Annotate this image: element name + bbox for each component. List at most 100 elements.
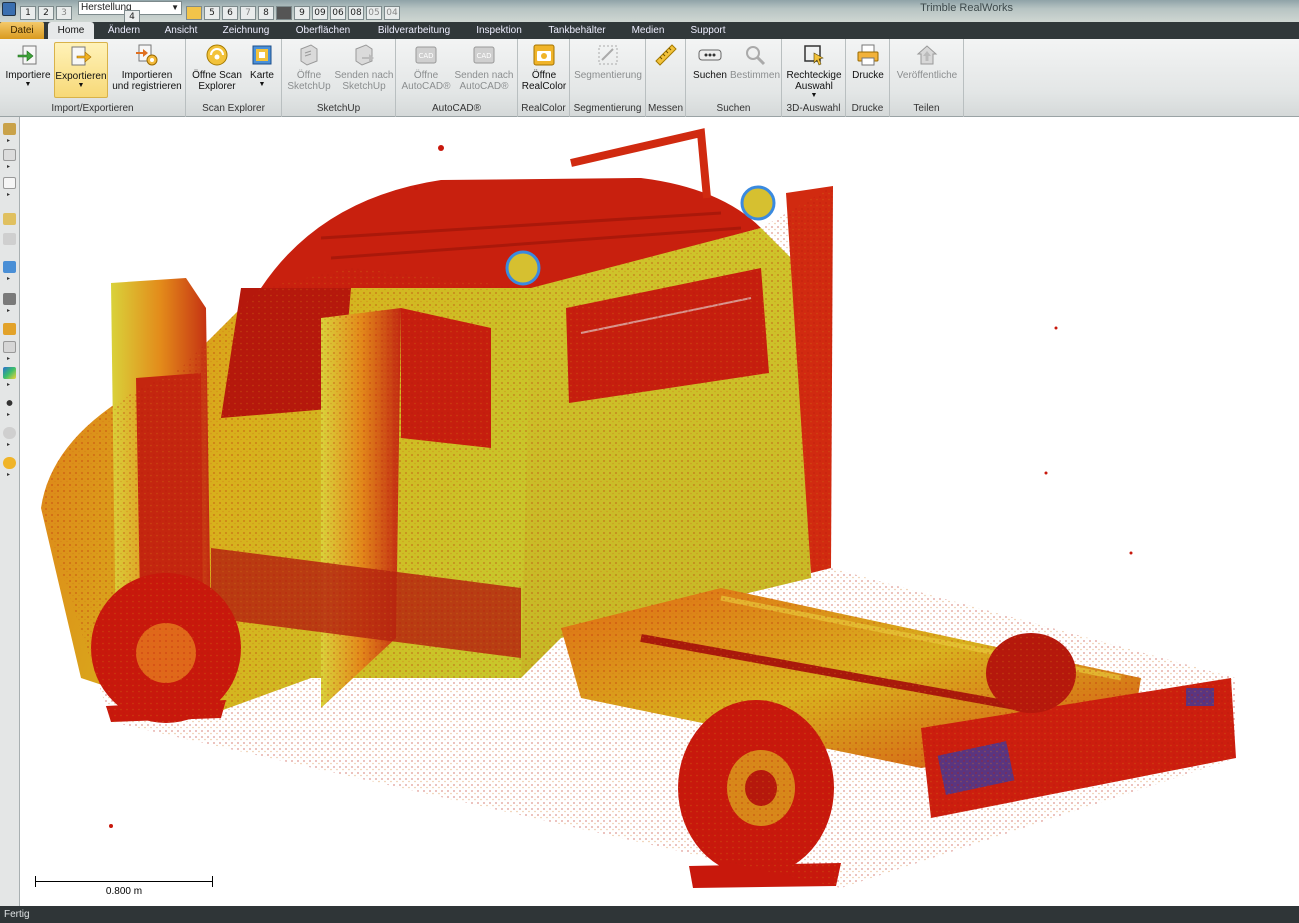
map-icon <box>252 45 272 65</box>
group-scan-explorer: Öffne Scan Explorer Karte ▼ Scan Explore… <box>186 39 282 117</box>
warning-icon[interactable] <box>3 323 16 335</box>
open-scan-explorer-button[interactable]: Öffne Scan Explorer <box>190 43 244 92</box>
tab-ansicht[interactable]: Ansicht <box>154 22 208 39</box>
open-sketchup-button[interactable]: Öffne SketchUp <box>286 43 332 92</box>
folder-icon[interactable] <box>186 6 202 20</box>
light-icon[interactable] <box>3 457 16 469</box>
measure-button[interactable] <box>650 43 682 70</box>
fit-view-icon[interactable] <box>3 233 16 245</box>
qa-button-7[interactable]: 7 <box>240 6 256 20</box>
send-autocad-icon-text: CAD <box>476 52 491 60</box>
tab-support[interactable]: Support <box>680 22 736 39</box>
3d-viewport[interactable]: 0.800 m <box>21 118 1299 906</box>
scale-bar-line <box>35 881 213 882</box>
send-autocad-button[interactable]: CAD Senden nach AutoCAD® <box>454 43 514 92</box>
printer-icon <box>857 44 879 66</box>
send-sketchup-button[interactable]: Senden nach SketchUp <box>334 43 394 92</box>
tab-tankbehaelter[interactable]: Tankbehälter <box>538 22 616 39</box>
tab-oberflaechen[interactable]: Oberflächen <box>284 22 362 39</box>
expand-arrow-icon[interactable]: ▸ <box>7 412 12 418</box>
tab-zeichnung[interactable]: Zeichnung <box>214 22 278 39</box>
determine-label: Bestimmen <box>730 70 781 81</box>
open-realcolor-button[interactable]: Öffne RealColor <box>520 43 568 92</box>
group-label-scan-explorer: Scan Explorer <box>202 103 265 114</box>
segmentation-icon <box>598 45 618 65</box>
map-label: Karte <box>250 70 274 81</box>
qa-button-08[interactable]: 08 <box>348 6 364 20</box>
tab-home[interactable]: Home <box>48 22 94 39</box>
print-button[interactable]: Drucke <box>848 43 888 81</box>
map-button[interactable]: Karte ▼ <box>246 43 278 88</box>
qa-button-09[interactable]: 09 <box>312 6 328 20</box>
segmentation-button[interactable]: Segmentierung <box>572 43 644 81</box>
app-icon[interactable] <box>2 2 16 16</box>
import-register-button[interactable]: Importieren und registrieren <box>110 43 184 92</box>
open-realcolor-label-2: RealColor <box>521 81 567 92</box>
determine-button[interactable]: Bestimmen <box>730 43 780 81</box>
tab-aendern[interactable]: Ändern <box>100 22 148 39</box>
qa-button-04[interactable]: 04 <box>384 6 400 20</box>
open-autocad-label-1: Öffne <box>413 70 439 81</box>
expand-arrow-icon[interactable]: ▸ <box>7 356 12 362</box>
qa-button-05[interactable]: 05 <box>366 6 382 20</box>
cloud-icon[interactable] <box>3 427 16 439</box>
import-button[interactable]: Importiere ▼ <box>4 43 52 88</box>
tab-inspektion[interactable]: Inspektion <box>466 22 532 39</box>
layer-icon[interactable] <box>3 341 16 353</box>
camera-icon <box>533 44 555 66</box>
expand-arrow-icon[interactable]: ▸ <box>7 308 12 314</box>
pan-tool-icon[interactable] <box>3 149 16 161</box>
scan-explorer-icon <box>206 44 228 66</box>
sketchup-icon <box>300 44 318 66</box>
expand-arrow-icon[interactable]: ▸ <box>7 138 12 144</box>
quick-access-left: 1 2 3 <box>20 2 72 20</box>
expand-arrow-icon[interactable]: ▸ <box>7 442 12 448</box>
page-tool-icon[interactable] <box>3 177 16 189</box>
open-realcolor-label-1: Öffne <box>531 70 557 81</box>
export-icon <box>71 46 92 66</box>
title-bar: 1 2 3 Herstellung ▼ 4 5 6 7 8 9 09 06 08… <box>0 0 1299 24</box>
publish-label: Veröffentliche <box>896 70 958 81</box>
expand-arrow-icon[interactable]: ▸ <box>7 276 12 282</box>
expand-arrow-icon[interactable]: ▸ <box>7 382 12 388</box>
open-autocad-button[interactable]: CAD Öffne AutoCAD® <box>400 43 452 92</box>
zoom-tool-icon[interactable] <box>3 213 16 225</box>
group-label-share: Teilen <box>913 103 940 114</box>
chevron-down-icon: ▼ <box>171 3 179 12</box>
point-size-icon[interactable] <box>3 397 16 409</box>
group-label-autocad: AutoCAD® <box>431 103 482 114</box>
qa-button-8[interactable]: 8 <box>258 6 274 20</box>
search-field-icon <box>698 49 722 61</box>
rect-selection-button[interactable]: Rechteckige Auswahl ▼ <box>784 43 844 99</box>
expand-arrow-icon[interactable]: ▸ <box>7 192 12 198</box>
expand-arrow-icon[interactable]: ▸ <box>7 164 12 170</box>
qa-button-2[interactable]: 2 <box>38 6 54 20</box>
group-realcolor: Öffne RealColor RealColor <box>518 39 570 117</box>
chevron-down-icon: ▼ <box>24 81 32 88</box>
display-mode-icon[interactable] <box>3 293 16 305</box>
publish-button[interactable]: Veröffentliche <box>892 43 962 81</box>
open-sketchup-label-1: Öffne <box>296 70 322 81</box>
import-icon <box>17 45 37 65</box>
qa-button-5[interactable]: 5 <box>204 6 220 20</box>
expand-arrow-icon[interactable]: ▸ <box>7 472 12 478</box>
save-icon[interactable] <box>276 6 292 20</box>
send-autocad-label-1: Senden nach <box>454 70 514 81</box>
group-sketchup: Öffne SketchUp Senden nach SketchUp Sket… <box>282 39 396 117</box>
tab-medien[interactable]: Medien <box>622 22 674 39</box>
qa-button-06[interactable]: 06 <box>330 6 346 20</box>
group-import-export: Importiere ▼ Exportieren ▼ Importieren u… <box>0 39 186 117</box>
qa-button-9[interactable]: 9 <box>294 6 310 20</box>
color-map-icon[interactable] <box>3 367 16 379</box>
group-label-print: Drucke <box>851 103 884 114</box>
qa-button-6[interactable]: 6 <box>222 6 238 20</box>
import-register-icon <box>136 44 158 66</box>
tab-datei[interactable]: Datei <box>0 22 44 39</box>
export-button[interactable]: Exportieren ▼ <box>54 42 108 98</box>
rotate-tool-icon[interactable] <box>3 123 16 135</box>
view-cube-icon[interactable] <box>3 261 16 273</box>
search-button[interactable]: Suchen <box>690 43 730 81</box>
qa-button-3[interactable]: 3 <box>56 6 72 20</box>
tab-bildverarbeitung[interactable]: Bildverarbeitung <box>368 22 460 39</box>
qa-button-1[interactable]: 1 <box>20 6 36 20</box>
